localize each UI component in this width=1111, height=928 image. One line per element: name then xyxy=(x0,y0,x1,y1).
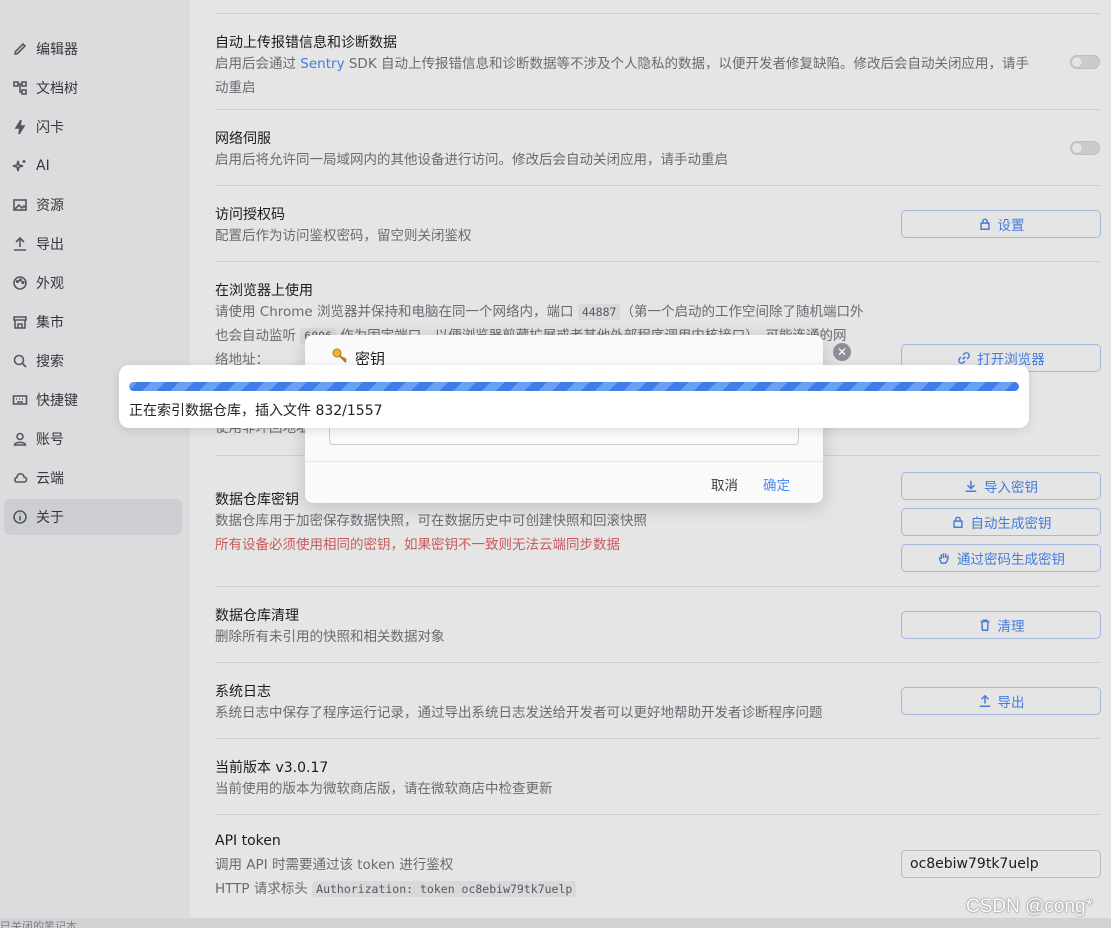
dialog-footer: 取消 确定 xyxy=(305,461,823,503)
cancel-button[interactable]: 取消 xyxy=(711,474,738,494)
progress-bar xyxy=(129,382,1019,391)
close-icon[interactable]: ✕ xyxy=(833,343,851,361)
progress-popup: 正在索引数据仓库，插入文件 832/1557 xyxy=(119,365,1029,428)
watermark: CSDN @cong* xyxy=(966,896,1093,917)
confirm-button[interactable]: 确定 xyxy=(763,474,790,494)
progress-text: 正在索引数据仓库，插入文件 832/1557 xyxy=(129,403,383,419)
